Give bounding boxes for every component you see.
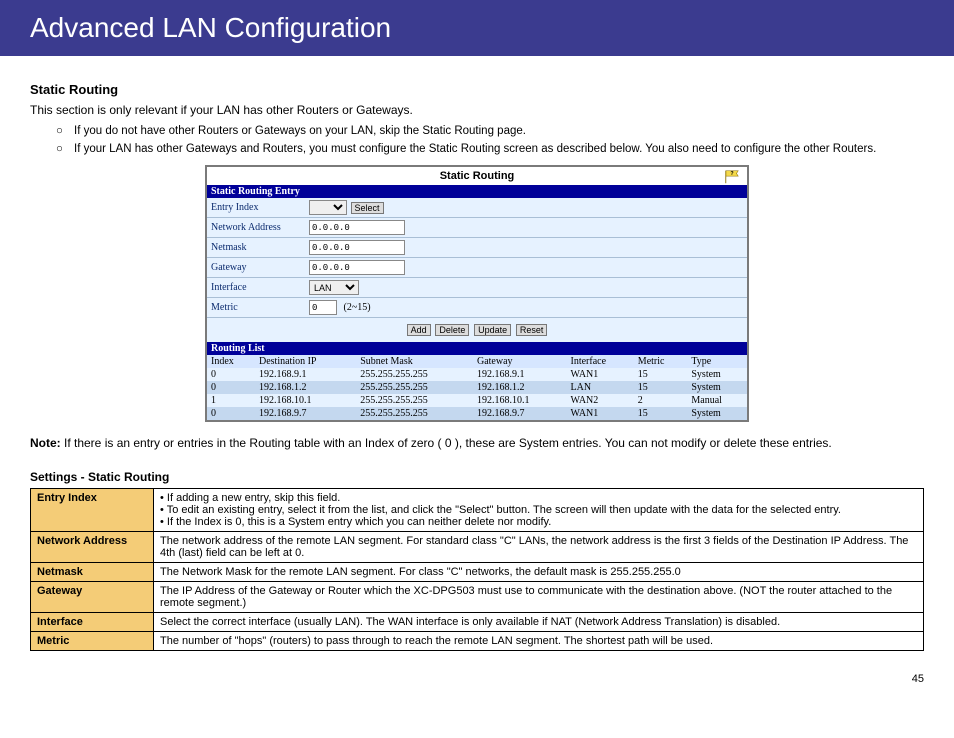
netaddr-label: Network Address bbox=[207, 218, 305, 238]
col-iface: Interface bbox=[567, 355, 634, 368]
settings-row: Network Address The network address of t… bbox=[31, 532, 924, 563]
settings-label: Netmask bbox=[31, 563, 154, 582]
settings-text: • If adding a new entry, skip this field… bbox=[154, 489, 924, 532]
settings-text: The number of "hops" (routers) to pass t… bbox=[154, 632, 924, 651]
settings-label: Metric bbox=[31, 632, 154, 651]
static-routing-panel: Static Routing ? Static Routing Entry En… bbox=[205, 165, 749, 422]
settings-row: Entry Index • If adding a new entry, ski… bbox=[31, 489, 924, 532]
settings-text: Select the correct interface (usually LA… bbox=[154, 613, 924, 632]
settings-row: Netmask The Network Mask for the remote … bbox=[31, 563, 924, 582]
routing-list-table: Index Destination IP Subnet Mask Gateway… bbox=[207, 355, 747, 420]
metric-input[interactable] bbox=[309, 300, 337, 315]
page-body: Static Routing This section is only rele… bbox=[0, 56, 954, 661]
delete-button[interactable]: Delete bbox=[435, 324, 469, 336]
settings-row: Gateway The IP Address of the Gateway or… bbox=[31, 582, 924, 613]
page-number: 45 bbox=[0, 661, 954, 693]
col-mask: Subnet Mask bbox=[356, 355, 473, 368]
panel-title: Static Routing bbox=[440, 170, 515, 182]
col-metric: Metric bbox=[634, 355, 688, 368]
col-gw: Gateway bbox=[473, 355, 567, 368]
netmask-label: Netmask bbox=[207, 238, 305, 258]
col-type: Type bbox=[687, 355, 747, 368]
settings-table: Entry Index • If adding a new entry, ski… bbox=[30, 488, 924, 651]
settings-label: Gateway bbox=[31, 582, 154, 613]
note-text: Note: If there is an entry or entries in… bbox=[30, 436, 924, 450]
svg-text:?: ? bbox=[730, 171, 733, 177]
settings-label: Entry Index bbox=[31, 489, 154, 532]
table-row: 0 192.168.1.2 255.255.255.255 192.168.1.… bbox=[207, 381, 747, 394]
settings-text: The network address of the remote LAN se… bbox=[154, 532, 924, 563]
bullet-item: If your LAN has other Gateways and Route… bbox=[60, 143, 924, 155]
settings-text: The Network Mask for the remote LAN segm… bbox=[154, 563, 924, 582]
add-button[interactable]: Add bbox=[407, 324, 431, 336]
interface-label: Interface bbox=[207, 278, 305, 298]
section-intro: This section is only relevant if your LA… bbox=[30, 103, 924, 117]
metric-label: Metric bbox=[207, 298, 305, 318]
reset-button[interactable]: Reset bbox=[516, 324, 548, 336]
entry-index-select[interactable] bbox=[309, 200, 347, 215]
gateway-input[interactable] bbox=[309, 260, 405, 275]
col-dest: Destination IP bbox=[255, 355, 356, 368]
entry-index-label: Entry Index bbox=[207, 198, 305, 218]
table-row: 1 192.168.10.1 255.255.255.255 192.168.1… bbox=[207, 394, 747, 407]
update-button[interactable]: Update bbox=[474, 324, 511, 336]
bullet-item: If you do not have other Routers or Gate… bbox=[60, 125, 924, 137]
page-banner: Advanced LAN Configuration bbox=[0, 0, 954, 56]
metric-hint: (2~15) bbox=[344, 302, 371, 313]
settings-text: The IP Address of the Gateway or Router … bbox=[154, 582, 924, 613]
panel-title-bar: Static Routing ? bbox=[207, 167, 747, 185]
table-row: 0 192.168.9.1 255.255.255.255 192.168.9.… bbox=[207, 368, 747, 381]
netmask-input[interactable] bbox=[309, 240, 405, 255]
settings-heading: Settings - Static Routing bbox=[30, 470, 924, 484]
section-heading: Static Routing bbox=[30, 82, 924, 97]
bullet-list: If you do not have other Routers or Gate… bbox=[30, 125, 924, 155]
list-header: Routing List bbox=[207, 342, 747, 355]
settings-label: Interface bbox=[31, 613, 154, 632]
help-icon[interactable]: ? bbox=[723, 169, 741, 185]
entry-header: Static Routing Entry bbox=[207, 185, 747, 198]
netaddr-input[interactable] bbox=[309, 220, 405, 235]
gateway-label: Gateway bbox=[207, 258, 305, 278]
page-title: Advanced LAN Configuration bbox=[30, 12, 391, 43]
col-index: Index bbox=[207, 355, 255, 368]
entry-form: Entry Index Select Network Address Netma… bbox=[207, 198, 747, 318]
button-row: Add Delete Update Reset bbox=[207, 318, 747, 342]
settings-label: Network Address bbox=[31, 532, 154, 563]
select-button[interactable]: Select bbox=[351, 202, 384, 214]
table-row: 0 192.168.9.7 255.255.255.255 192.168.9.… bbox=[207, 407, 747, 420]
settings-row: Interface Select the correct interface (… bbox=[31, 613, 924, 632]
interface-select[interactable]: LAN bbox=[309, 280, 359, 295]
settings-row: Metric The number of "hops" (routers) to… bbox=[31, 632, 924, 651]
